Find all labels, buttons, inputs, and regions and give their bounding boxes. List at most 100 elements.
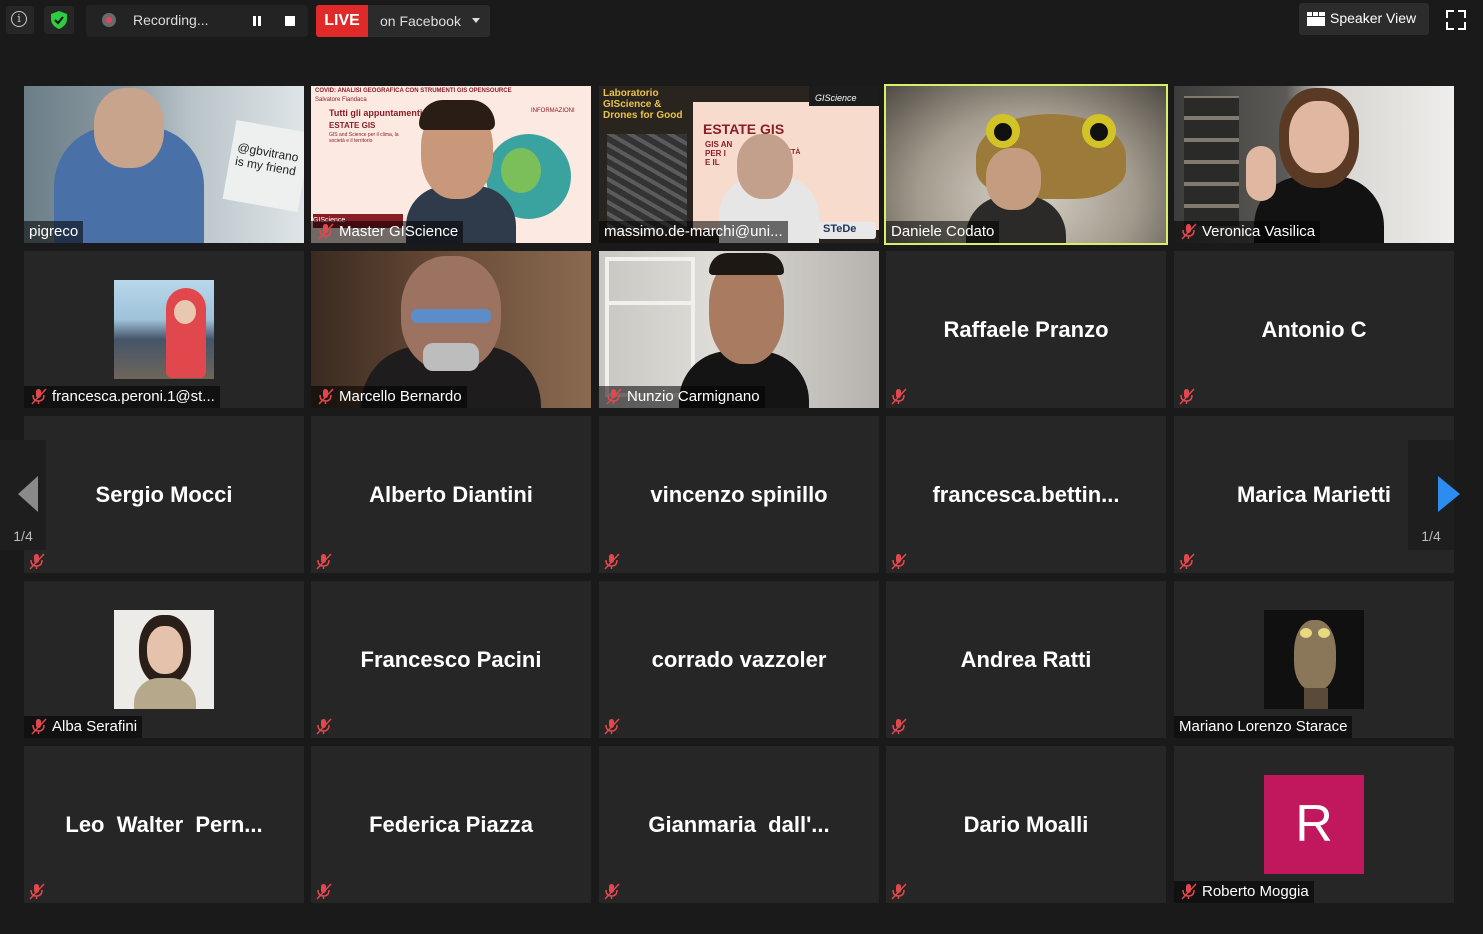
- profile-picture: [114, 610, 214, 709]
- chevron-down-icon: [472, 18, 480, 23]
- video-tile-raffaele-pranzo[interactable]: Raffaele Pranzo: [886, 251, 1166, 408]
- participant-name: vincenzo spinillo: [650, 482, 828, 507]
- participant-name: Alberto Diantini: [369, 482, 533, 507]
- muted-mic-icon: [604, 718, 620, 735]
- video-tile-francesco-pacini[interactable]: Francesco Pacini: [311, 581, 591, 738]
- profile-picture: [114, 280, 214, 379]
- participant-name: Mariano Lorenzo Starace: [1174, 716, 1353, 738]
- video-tile-dario-moalli[interactable]: Dario Moalli: [886, 746, 1166, 903]
- live-badge: LIVE: [316, 5, 368, 37]
- muted-mic-icon: [1181, 223, 1197, 240]
- muted-mic-icon: [316, 718, 332, 735]
- participant-name: Daniele Codato: [886, 221, 1000, 243]
- muted-mic-icon: [604, 883, 620, 900]
- recording-dot-icon: [102, 13, 116, 27]
- participant-name: Federica Piazza: [369, 812, 533, 837]
- arrow-right-icon: [1438, 476, 1460, 512]
- participant-name: Dario Moalli: [963, 812, 1089, 837]
- previous-page-button[interactable]: 1/4: [0, 440, 46, 550]
- video-tile-vincenzo-spinillo[interactable]: vincenzo spinillo: [599, 416, 879, 573]
- video-tile-mariano-lorenzo-starace[interactable]: Mariano Lorenzo Starace: [1174, 581, 1454, 738]
- info-icon: i: [11, 11, 27, 27]
- muted-mic-icon: [891, 718, 907, 735]
- video-tile-roberto-moggia[interactable]: R Roberto Moggia: [1174, 746, 1454, 903]
- participant-name: francesca.bettin...: [932, 482, 1120, 507]
- muted-mic-icon: [891, 388, 907, 405]
- muted-mic-icon: [316, 553, 332, 570]
- stop-recording-button[interactable]: [278, 12, 302, 30]
- profile-picture: [1264, 610, 1364, 709]
- live-stream-dropdown[interactable]: LIVE on Facebook: [316, 5, 490, 37]
- video-tile-antonio-c[interactable]: Antonio C: [1174, 251, 1454, 408]
- page-indicator: 1/4: [1421, 528, 1441, 544]
- video-tile-marcello-bernardo[interactable]: Marcello Bernardo: [311, 251, 591, 408]
- muted-mic-icon: [318, 223, 334, 240]
- video-tile-leo-walter-pern[interactable]: Leo Walter Pern...: [24, 746, 304, 903]
- fullscreen-button[interactable]: [1446, 10, 1466, 30]
- recording-control: Recording...: [86, 5, 308, 37]
- video-feed: COVID: ANALISI GEOGRAFICA CON STRUMENTI …: [311, 86, 591, 243]
- participant-name: Leo Walter Pern...: [65, 812, 263, 837]
- participant-name: Gianmaria dall'...: [648, 812, 830, 837]
- muted-mic-icon: [318, 388, 334, 405]
- participant-name: pigreco: [24, 221, 84, 243]
- video-tile-daniele-codato[interactable]: Daniele Codato: [884, 84, 1168, 245]
- muted-mic-icon: [891, 553, 907, 570]
- muted-mic-icon: [29, 883, 45, 900]
- pause-recording-button[interactable]: [244, 12, 268, 30]
- video-tile-corrado-vazzoler[interactable]: corrado vazzoler: [599, 581, 879, 738]
- muted-mic-icon: [316, 883, 332, 900]
- participant-name: Francesco Pacini: [360, 647, 542, 672]
- speaker-view-label: Speaker View: [1330, 10, 1417, 26]
- muted-mic-icon: [606, 388, 622, 405]
- live-destination: on Facebook: [380, 13, 461, 29]
- recording-label: Recording...: [133, 12, 209, 28]
- participant-name: Raffaele Pranzo: [943, 317, 1109, 342]
- participant-name: Andrea Ratti: [960, 647, 1092, 672]
- muted-mic-icon: [29, 553, 45, 570]
- video-feed: [599, 251, 879, 408]
- video-tile-veronica-vasilica[interactable]: Veronica Vasilica: [1174, 86, 1454, 243]
- video-tile-sergio-mocci[interactable]: Sergio Mocci: [24, 416, 304, 573]
- muted-mic-icon: [891, 883, 907, 900]
- next-page-button[interactable]: 1/4: [1408, 440, 1460, 550]
- muted-mic-icon: [604, 553, 620, 570]
- arrow-left-icon: [18, 476, 38, 512]
- video-tile-massimo-de-marchi[interactable]: Laboratorio GIScience & Drones for Good …: [599, 86, 879, 243]
- participant-name: corrado vazzoler: [651, 647, 827, 672]
- shield-check-icon: [51, 11, 67, 29]
- page-indicator: 1/4: [13, 528, 33, 544]
- muted-mic-icon: [1179, 388, 1195, 405]
- muted-mic-icon: [31, 718, 47, 735]
- meeting-info-button[interactable]: i: [6, 6, 34, 34]
- participant-name: massimo.de-marchi@uni...: [599, 221, 788, 243]
- speaker-view-icon: [1307, 12, 1325, 26]
- video-feed: [886, 86, 1166, 243]
- video-tile-alba-serafini[interactable]: Alba Serafini: [24, 581, 304, 738]
- avatar: R: [1264, 775, 1364, 874]
- muted-mic-icon: [1181, 883, 1197, 900]
- participant-name: Sergio Mocci: [95, 482, 233, 507]
- video-tile-francesca-peroni[interactable]: francesca.peroni.1@st...: [24, 251, 304, 408]
- video-tile-nunzio-carmignano[interactable]: Nunzio Carmignano: [599, 251, 879, 408]
- video-tile-master-giscience[interactable]: COVID: ANALISI GEOGRAFICA CON STRUMENTI …: [311, 86, 591, 243]
- video-tile-federica-piazza[interactable]: Federica Piazza: [311, 746, 591, 903]
- video-feed: @gbvitrano is my friend: [24, 86, 304, 243]
- participant-name: Antonio C: [1261, 317, 1367, 342]
- meeting-toolbar: i Recording... LIVE on Facebook Speaker …: [0, 0, 1483, 44]
- muted-mic-icon: [1179, 553, 1195, 570]
- participant-name: Nunzio Carmignano: [599, 386, 765, 408]
- video-tile-alberto-diantini[interactable]: Alberto Diantini: [311, 416, 591, 573]
- fullscreen-icon: [1446, 10, 1454, 18]
- video-tile-gianmaria-dall[interactable]: Gianmaria dall'...: [599, 746, 879, 903]
- security-indicator-button[interactable]: [44, 6, 74, 34]
- speaker-view-button[interactable]: Speaker View: [1299, 3, 1429, 35]
- video-feed: [311, 251, 591, 408]
- participant-name: francesca.peroni.1@st...: [24, 386, 220, 408]
- video-tile-pigreco[interactable]: @gbvitrano is my friend pigreco: [24, 86, 304, 243]
- video-feed: Laboratorio GIScience & Drones for Good …: [599, 86, 879, 243]
- video-tile-francesca-bettin[interactable]: francesca.bettin...: [886, 416, 1166, 573]
- video-feed: [1174, 86, 1454, 243]
- video-tile-andrea-ratti[interactable]: Andrea Ratti: [886, 581, 1166, 738]
- muted-mic-icon: [31, 388, 47, 405]
